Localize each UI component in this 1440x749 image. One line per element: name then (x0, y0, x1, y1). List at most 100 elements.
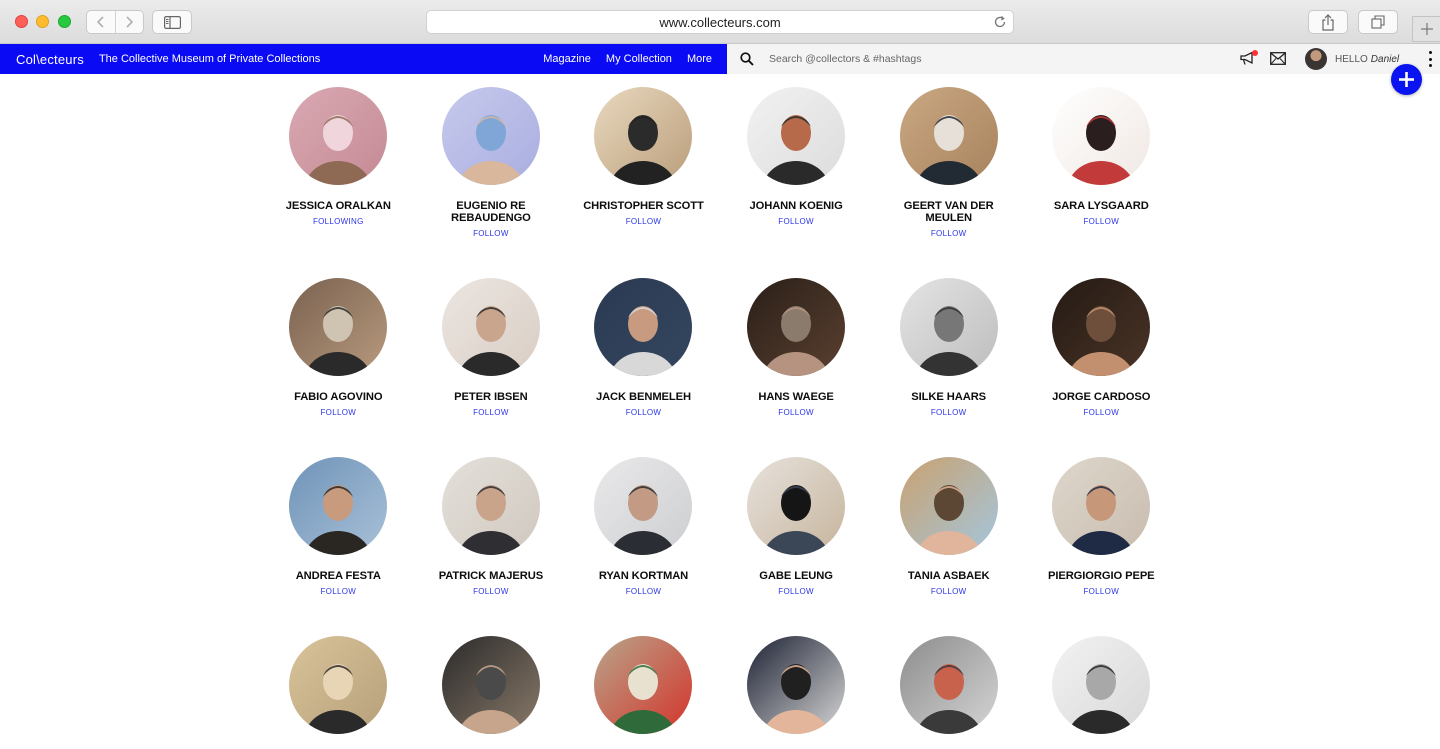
collector-name[interactable]: TANIA ASBAEK (884, 570, 1014, 582)
reload-icon[interactable] (993, 15, 1007, 29)
back-button[interactable] (87, 11, 115, 33)
announcements-button[interactable] (1240, 50, 1258, 71)
collector-name[interactable]: GABE LEUNG (731, 570, 861, 582)
sidebar-toggle-button[interactable] (152, 10, 192, 34)
collector-avatar[interactable] (594, 457, 693, 555)
collector-name[interactable]: JACK BENMELEH (578, 391, 708, 403)
collector-card: PIERGIORGIO PEPE FOLLOW (1025, 457, 1178, 596)
search-input[interactable] (769, 53, 1069, 65)
more-options-button[interactable] (1424, 51, 1436, 67)
collector-name[interactable]: JORGE CARDOSO (1036, 391, 1166, 403)
share-icon (1322, 13, 1334, 31)
show-tabs-button[interactable] (1358, 10, 1398, 34)
search-icon[interactable] (740, 52, 754, 66)
address-bar[interactable]: www.collecteurs.com (426, 10, 1014, 34)
brand-bar: Col\ecteurs The Collective Museum of Pri… (0, 44, 727, 74)
close-window-button[interactable] (15, 15, 28, 28)
collector-name[interactable]: RYAN KORTMAN (578, 570, 708, 582)
follow-button[interactable]: FOLLOW (473, 229, 509, 238)
collector-card: JORGE CARDOSO FOLLOW (1025, 278, 1178, 417)
collector-avatar[interactable] (594, 278, 693, 376)
collector-avatar[interactable] (594, 87, 693, 185)
collector-card (415, 636, 568, 734)
forward-button[interactable] (114, 11, 143, 33)
collector-avatar[interactable] (594, 636, 693, 734)
follow-button[interactable]: FOLLOW (1083, 408, 1119, 417)
nav-magazine[interactable]: Magazine (543, 53, 591, 65)
site-logo[interactable]: Col\ecteurs (16, 52, 84, 67)
minimize-window-button[interactable] (36, 15, 49, 28)
collector-name[interactable]: EUGENIO RE REBAUDENGO (426, 200, 556, 224)
collector-name[interactable]: HANS WAEGE (731, 391, 861, 403)
collector-avatar[interactable] (1052, 636, 1151, 734)
collector-avatar[interactable] (747, 457, 846, 555)
new-tab-button[interactable] (1412, 16, 1440, 42)
collector-avatar[interactable] (899, 278, 998, 376)
collector-card: JESSICA ORALKAN FOLLOWING (262, 87, 415, 238)
collector-name[interactable]: CHRISTOPHER SCOTT (578, 200, 708, 212)
collector-avatar[interactable] (441, 87, 540, 185)
collector-avatar[interactable] (441, 457, 540, 555)
follow-button[interactable]: FOLLOW (473, 408, 509, 417)
follow-button[interactable]: FOLLOW (626, 408, 662, 417)
collector-card: FABIO AGOVINO FOLLOW (262, 278, 415, 417)
follow-button[interactable]: FOLLOW (473, 587, 509, 596)
follow-button[interactable]: FOLLOW (778, 217, 814, 226)
user-avatar[interactable] (1305, 48, 1327, 70)
collector-name[interactable]: GEERT VAN DER MEULEN (884, 200, 1014, 224)
follow-button[interactable]: FOLLOW (321, 408, 357, 417)
collector-avatar[interactable] (289, 457, 388, 555)
following-button[interactable]: FOLLOWING (313, 217, 364, 226)
collector-name[interactable]: SILKE HAARS (884, 391, 1014, 403)
collector-avatar[interactable] (747, 278, 846, 376)
follow-button[interactable]: FOLLOW (626, 217, 662, 226)
follow-button[interactable]: FOLLOW (778, 408, 814, 417)
collector-avatar[interactable] (289, 87, 388, 185)
collector-avatar[interactable] (289, 278, 388, 376)
collector-avatar[interactable] (289, 636, 388, 734)
collector-avatar[interactable] (1052, 278, 1151, 376)
collector-avatar[interactable] (899, 636, 998, 734)
collector-name[interactable]: PATRICK MAJERUS (426, 570, 556, 582)
collectors-row (262, 636, 1178, 734)
zoom-window-button[interactable] (58, 15, 71, 28)
collector-name[interactable]: PIERGIORGIO PEPE (1036, 570, 1166, 582)
follow-button[interactable]: FOLLOW (931, 587, 967, 596)
collector-card (1025, 636, 1178, 734)
envelope-icon (1270, 52, 1286, 65)
collector-name[interactable]: JOHANN KOENIG (731, 200, 861, 212)
collector-card: PATRICK MAJERUS FOLLOW (415, 457, 568, 596)
collector-avatar[interactable] (899, 87, 998, 185)
collector-avatar[interactable] (1052, 87, 1151, 185)
collector-avatar[interactable] (747, 636, 846, 734)
follow-button[interactable]: FOLLOW (931, 229, 967, 238)
collector-name[interactable]: SARA LYSGAARD (1036, 200, 1166, 212)
follow-button[interactable]: FOLLOW (1083, 587, 1119, 596)
collector-card (567, 636, 720, 734)
nav-more[interactable]: More (687, 53, 712, 65)
add-button[interactable] (1391, 64, 1422, 95)
nav-my-collection[interactable]: My Collection (606, 53, 672, 65)
collector-avatar[interactable] (747, 87, 846, 185)
site-tagline[interactable]: The Collective Museum of Private Collect… (99, 53, 320, 65)
follow-button[interactable]: FOLLOW (321, 587, 357, 596)
chevron-right-icon (126, 16, 134, 28)
messages-button[interactable] (1270, 52, 1286, 70)
collector-card (720, 636, 873, 734)
follow-button[interactable]: FOLLOW (931, 408, 967, 417)
collector-name[interactable]: FABIO AGOVINO (273, 391, 403, 403)
share-button[interactable] (1308, 10, 1348, 34)
follow-button[interactable]: FOLLOW (778, 587, 814, 596)
collectors-row: ANDREA FESTA FOLLOW PATRICK MAJERUS FOLLOW R… (262, 457, 1178, 596)
user-greeting[interactable]: HELLO Daniel (1335, 44, 1399, 74)
collector-avatar[interactable] (441, 636, 540, 734)
follow-button[interactable]: FOLLOW (1083, 217, 1119, 226)
follow-button[interactable]: FOLLOW (626, 587, 662, 596)
collector-name[interactable]: ANDREA FESTA (273, 570, 403, 582)
collector-avatar[interactable] (899, 457, 998, 555)
collector-avatar[interactable] (1052, 457, 1151, 555)
collector-name[interactable]: PETER IBSEN (426, 391, 556, 403)
collector-card: GABE LEUNG FOLLOW (720, 457, 873, 596)
collector-avatar[interactable] (441, 278, 540, 376)
collector-name[interactable]: JESSICA ORALKAN (273, 200, 403, 212)
